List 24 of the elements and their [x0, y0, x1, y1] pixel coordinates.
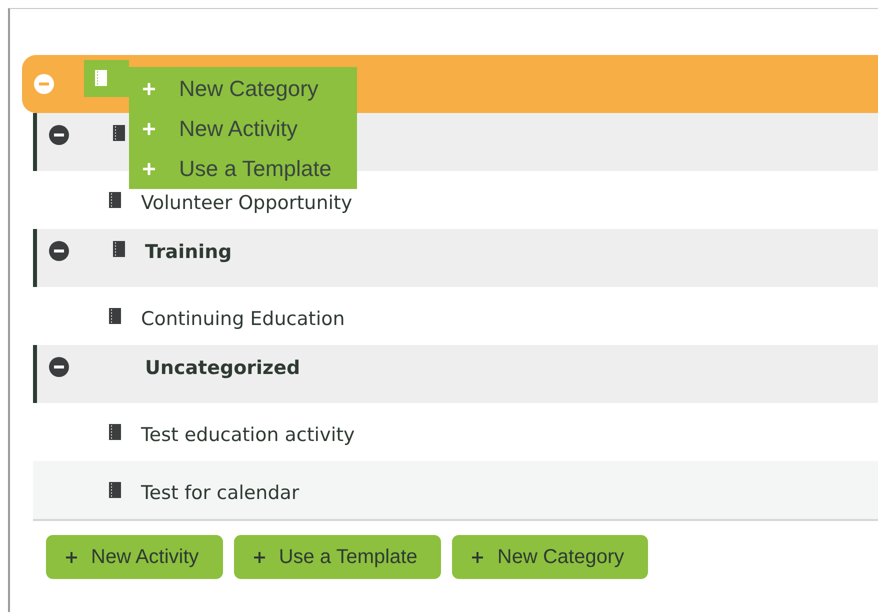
add-button[interactable]: New Activity [46, 535, 223, 579]
menu-item[interactable]: New Activity [129, 109, 357, 149]
collapse-icon[interactable] [49, 357, 69, 377]
add-button[interactable]: Use a Template [234, 535, 442, 579]
plus-icon [472, 552, 484, 562]
row-label: Continuing Education [141, 307, 345, 330]
menu-item[interactable]: New Category [129, 69, 357, 109]
plus-icon [143, 163, 155, 175]
collapse-icon[interactable] [49, 125, 69, 145]
row-label: Volunteer Opportunity [141, 191, 352, 214]
activity-row[interactable]: Test for calendar [33, 461, 878, 519]
plus-icon [143, 83, 155, 95]
collapse-icon[interactable] [49, 241, 69, 261]
row-label: Test education activity [141, 423, 355, 446]
plus-icon [254, 552, 265, 562]
row-label: Uncategorized [145, 357, 300, 379]
plus-icon [66, 552, 77, 562]
menu-toggle[interactable] [84, 60, 129, 96]
plus-icon [143, 123, 155, 135]
category-row[interactable]: Training [33, 229, 878, 287]
add-button[interactable]: New Category [452, 535, 648, 579]
row-label: Training [145, 241, 232, 263]
row-label: Test for calendar [141, 481, 300, 504]
category-row[interactable]: Uncategorized [33, 345, 878, 403]
